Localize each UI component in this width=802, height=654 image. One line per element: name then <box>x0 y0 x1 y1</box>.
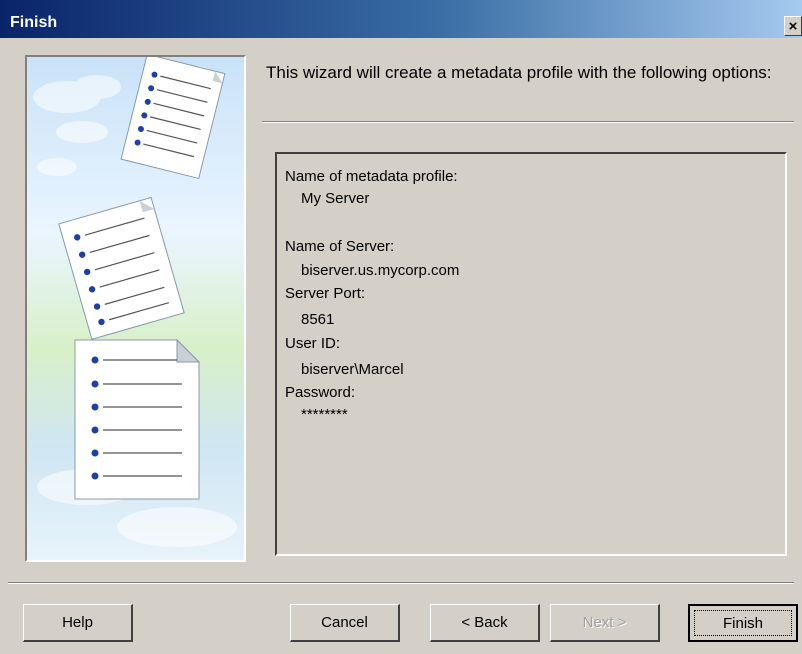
wizard-graphic <box>25 55 246 562</box>
password-value: ******** <box>301 406 348 423</box>
header-divider <box>262 121 794 123</box>
documents-illustration <box>33 57 237 547</box>
finish-button-label: Finish <box>694 610 792 636</box>
next-button[interactable]: Next > <box>550 604 660 642</box>
intro-text: This wizard will create a metadata profi… <box>266 63 772 82</box>
document-icon-3 <box>74 338 201 500</box>
server-name-label: Name of Server: <box>285 238 395 255</box>
help-button[interactable]: Help <box>23 604 133 642</box>
back-button[interactable]: < Back <box>430 604 540 642</box>
password-label: Password: <box>285 384 356 401</box>
document-icon-2 <box>58 196 185 340</box>
user-id-value: biserver\Marcel <box>301 361 404 378</box>
server-port-value: 8561 <box>301 311 335 328</box>
server-port-label: Server Port: <box>285 285 366 302</box>
finish-button[interactable]: Finish <box>688 604 798 642</box>
server-name-value: biserver.us.mycorp.com <box>301 262 460 279</box>
close-button[interactable]: × <box>784 16 802 36</box>
profile-name-label: Name of metadata profile: <box>285 168 458 185</box>
user-id-label: User ID: <box>285 335 341 352</box>
window-title: Finish <box>10 14 58 31</box>
options-summary-box[interactable]: Name of metadata profile: My Server Name… <box>275 152 787 556</box>
cancel-button[interactable]: Cancel <box>290 604 400 642</box>
title-bar: Finish × <box>0 0 802 38</box>
document-icon-1 <box>120 57 226 180</box>
footer-divider <box>8 582 794 584</box>
profile-name-value: My Server <box>301 190 370 207</box>
